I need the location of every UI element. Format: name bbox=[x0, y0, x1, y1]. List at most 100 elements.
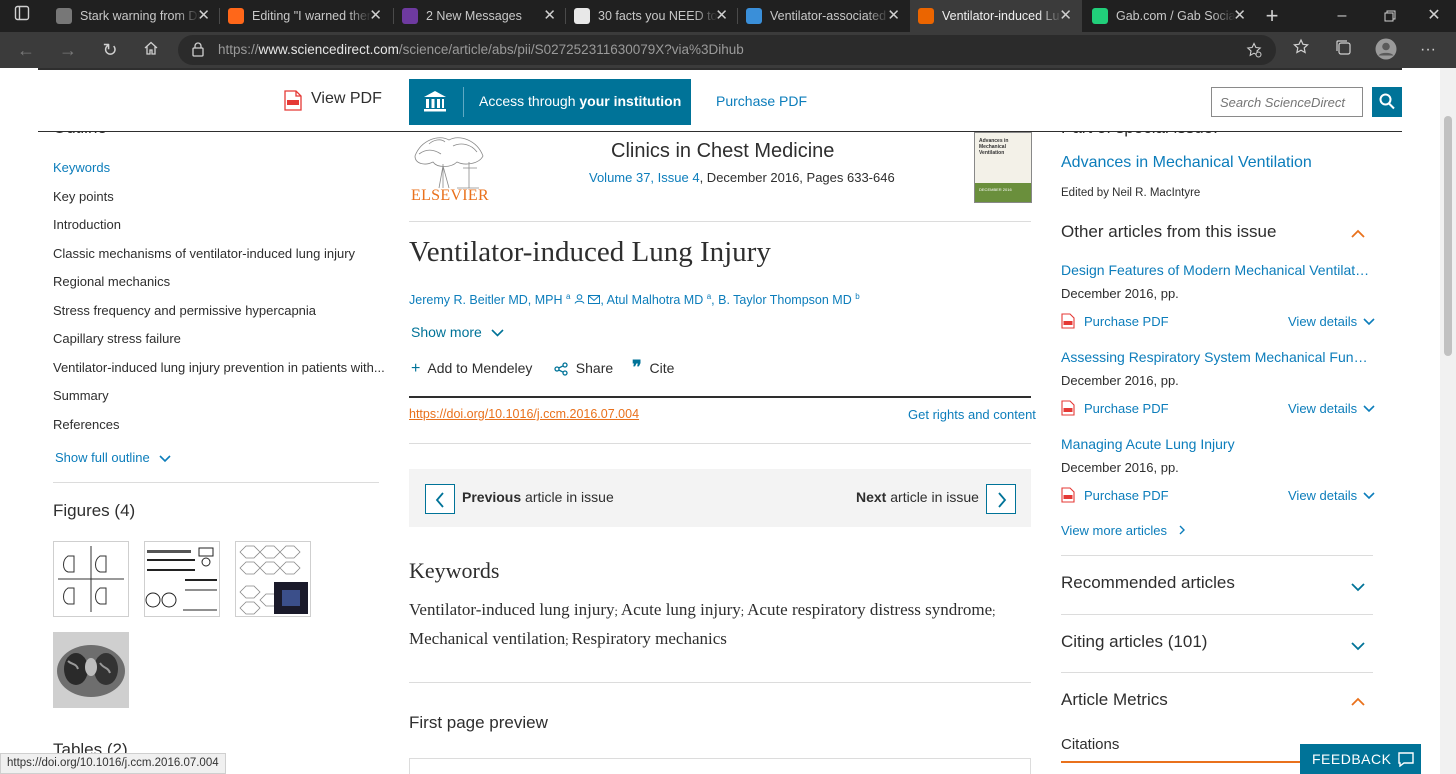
edited-by: Edited by Neil R. MacIntyre bbox=[1061, 187, 1201, 199]
next-article-label[interactable]: Next article in issue bbox=[856, 489, 979, 505]
author-link-2[interactable]: Atul Malhotra MD a bbox=[607, 292, 712, 307]
elsevier-logo[interactable]: ELSEVIER bbox=[409, 132, 489, 204]
search-button[interactable] bbox=[1372, 87, 1402, 117]
issue-link[interactable]: Volume 37, Issue 4 bbox=[589, 170, 700, 185]
outline-item[interactable]: Keywords bbox=[53, 160, 110, 175]
figure-thumbnail-3[interactable] bbox=[235, 541, 311, 617]
purchase-pdf-link[interactable]: Purchase PDF bbox=[1084, 401, 1169, 416]
profile-avatar[interactable] bbox=[1374, 38, 1398, 62]
show-more-button[interactable]: Show more bbox=[411, 324, 504, 340]
figure-thumbnail-2[interactable] bbox=[144, 541, 220, 617]
outline-item[interactable]: References bbox=[53, 417, 119, 432]
outline-item[interactable]: Regional mechanics bbox=[53, 274, 170, 289]
tab-actions-icon[interactable] bbox=[10, 4, 34, 28]
add-to-mendeley-button[interactable]: + Add to Mendeley bbox=[411, 360, 532, 378]
new-tab-button[interactable]: + bbox=[1260, 4, 1284, 28]
citing-articles-heading[interactable]: Citing articles (101) bbox=[1061, 632, 1207, 652]
view-pdf-link[interactable]: View PDF bbox=[311, 90, 382, 108]
view-more-articles-link[interactable]: View more articles bbox=[1061, 523, 1186, 538]
tab-close-icon[interactable]: ✕ bbox=[369, 0, 382, 32]
figure-thumbnail-4[interactable] bbox=[53, 632, 129, 708]
restore-button[interactable] bbox=[1378, 4, 1402, 28]
issue-navigation: Previous article in issue Next article i… bbox=[409, 469, 1031, 527]
author-link-3[interactable]: B. Taylor Thompson MD b bbox=[718, 292, 860, 307]
back-button[interactable]: ← bbox=[14, 38, 38, 62]
tab-label: Ventilator-associated bbox=[770, 9, 887, 23]
tab-label: Editing "I warned them bbox=[252, 9, 372, 23]
tab-close-icon[interactable]: ✕ bbox=[715, 0, 728, 32]
chevron-up-icon[interactable] bbox=[1350, 694, 1366, 710]
tab-close-icon[interactable]: ✕ bbox=[887, 0, 900, 32]
browser-tab[interactable]: Gab.com / Gab Social ✕ bbox=[1084, 0, 1256, 32]
previous-article-label[interactable]: Previous article in issue bbox=[462, 489, 614, 505]
email-icon bbox=[588, 295, 601, 305]
figure-thumbnail-1[interactable] bbox=[53, 541, 129, 617]
issue-info: Volume 37, Issue 4, December 2016, Pages… bbox=[589, 170, 895, 185]
tab-close-icon[interactable]: ✕ bbox=[1233, 0, 1246, 32]
tab-close-icon[interactable]: ✕ bbox=[1059, 0, 1072, 32]
tab-close-icon[interactable]: ✕ bbox=[197, 0, 210, 32]
outline-item[interactable]: Capillary stress failure bbox=[53, 331, 181, 346]
view-details-button[interactable]: View details bbox=[1288, 488, 1375, 503]
outline-item[interactable]: Key points bbox=[53, 189, 114, 204]
purchase-pdf-link[interactable]: Purchase PDF bbox=[716, 93, 807, 109]
close-window-button[interactable]: ✕ bbox=[1422, 4, 1446, 28]
view-details-button[interactable]: View details bbox=[1288, 401, 1375, 416]
favorites-icon[interactable] bbox=[1289, 38, 1313, 62]
citations-label: Citations bbox=[1061, 736, 1120, 753]
issue-article-link[interactable]: Managing Acute Lung Injury bbox=[1061, 436, 1373, 452]
purchase-pdf-link[interactable]: Purchase PDF bbox=[1084, 314, 1169, 329]
browser-tab[interactable]: Editing "I warned them ✕ bbox=[220, 0, 392, 32]
browser-tab[interactable]: 30 facts you NEED to k ✕ bbox=[566, 0, 738, 32]
browser-tab[interactable]: Ventilator-associated ✕ bbox=[738, 0, 910, 32]
tab-close-icon[interactable]: ✕ bbox=[543, 0, 556, 32]
chevron-down-icon[interactable] bbox=[1350, 638, 1366, 654]
page-scrollbar[interactable] bbox=[1440, 68, 1456, 774]
more-menu-icon[interactable]: ··· bbox=[1416, 38, 1440, 62]
outline-item[interactable]: Summary bbox=[53, 388, 109, 403]
minimize-button[interactable]: – bbox=[1330, 4, 1354, 28]
browser-tab[interactable]: Ventilator-induced Lu ✕ bbox=[910, 0, 1082, 32]
other-articles-heading[interactable]: Other articles from this issue bbox=[1061, 222, 1276, 242]
scrollbar-thumb[interactable] bbox=[1444, 116, 1452, 356]
reload-button[interactable]: ↻ bbox=[98, 38, 122, 62]
journal-title[interactable]: Clinics in Chest Medicine bbox=[611, 140, 834, 163]
chevron-up-icon[interactable] bbox=[1350, 226, 1366, 242]
outline-item[interactable]: Ventilator-induced lung injury preventio… bbox=[53, 360, 385, 375]
keyword: Ventilator-induced lung injury bbox=[409, 600, 615, 619]
journal-cover[interactable]: Advances in Mechanical Ventilation DECEM… bbox=[974, 132, 1032, 203]
purchase-pdf-link[interactable]: Purchase PDF bbox=[1084, 488, 1169, 503]
forward-button[interactable]: → bbox=[56, 38, 80, 62]
previous-article-button[interactable] bbox=[425, 484, 455, 514]
cite-button[interactable]: ❞ Cite bbox=[632, 357, 674, 377]
outline-item[interactable]: Introduction bbox=[53, 217, 121, 232]
quote-icon: ❞ bbox=[632, 357, 642, 377]
issue-article-link[interactable]: Assessing Respiratory System Mechanical … bbox=[1061, 349, 1373, 365]
browser-tab[interactable]: 2 New Messages ✕ bbox=[394, 0, 566, 32]
doi-link[interactable]: https://doi.org/10.1016/j.ccm.2016.07.00… bbox=[409, 407, 639, 421]
outline-item[interactable]: Classic mechanisms of ventilator-induced… bbox=[53, 246, 355, 261]
collections-icon[interactable] bbox=[1331, 38, 1355, 62]
rights-link[interactable]: Get rights and content bbox=[908, 407, 1036, 422]
tab-label: 2 New Messages bbox=[426, 9, 522, 23]
favorite-add-icon[interactable] bbox=[1246, 42, 1262, 63]
share-button[interactable]: Share bbox=[554, 360, 613, 376]
recommended-articles-heading[interactable]: Recommended articles bbox=[1061, 573, 1235, 593]
outline-item[interactable]: Stress frequency and permissive hypercap… bbox=[53, 303, 316, 318]
next-article-button[interactable] bbox=[986, 484, 1016, 514]
article-metrics-heading[interactable]: Article Metrics bbox=[1061, 690, 1168, 710]
issue-article-link[interactable]: Design Features of Modern Mechanical Ven… bbox=[1061, 262, 1373, 278]
access-institution-button[interactable]: Access through your institution bbox=[409, 79, 691, 125]
show-full-outline-link[interactable]: Show full outline bbox=[55, 450, 171, 465]
chevron-down-icon[interactable] bbox=[1350, 579, 1366, 595]
view-details-button[interactable]: View details bbox=[1288, 314, 1375, 329]
tab-favicon-icon bbox=[574, 8, 590, 24]
address-bar[interactable]: https://www.sciencedirect.com/science/ar… bbox=[178, 35, 1276, 65]
author-link-1[interactable]: Jeremy R. Beitler MD, MPH a bbox=[409, 292, 570, 307]
person-icon bbox=[574, 294, 585, 304]
search-input[interactable] bbox=[1211, 87, 1363, 117]
browser-tab[interactable]: Stark warning from Dr ✕ bbox=[48, 0, 220, 32]
home-button[interactable] bbox=[139, 38, 163, 62]
special-issue-link[interactable]: Advances in Mechanical Ventilation bbox=[1061, 154, 1312, 172]
feedback-button[interactable]: FEEDBACK bbox=[1300, 744, 1421, 774]
